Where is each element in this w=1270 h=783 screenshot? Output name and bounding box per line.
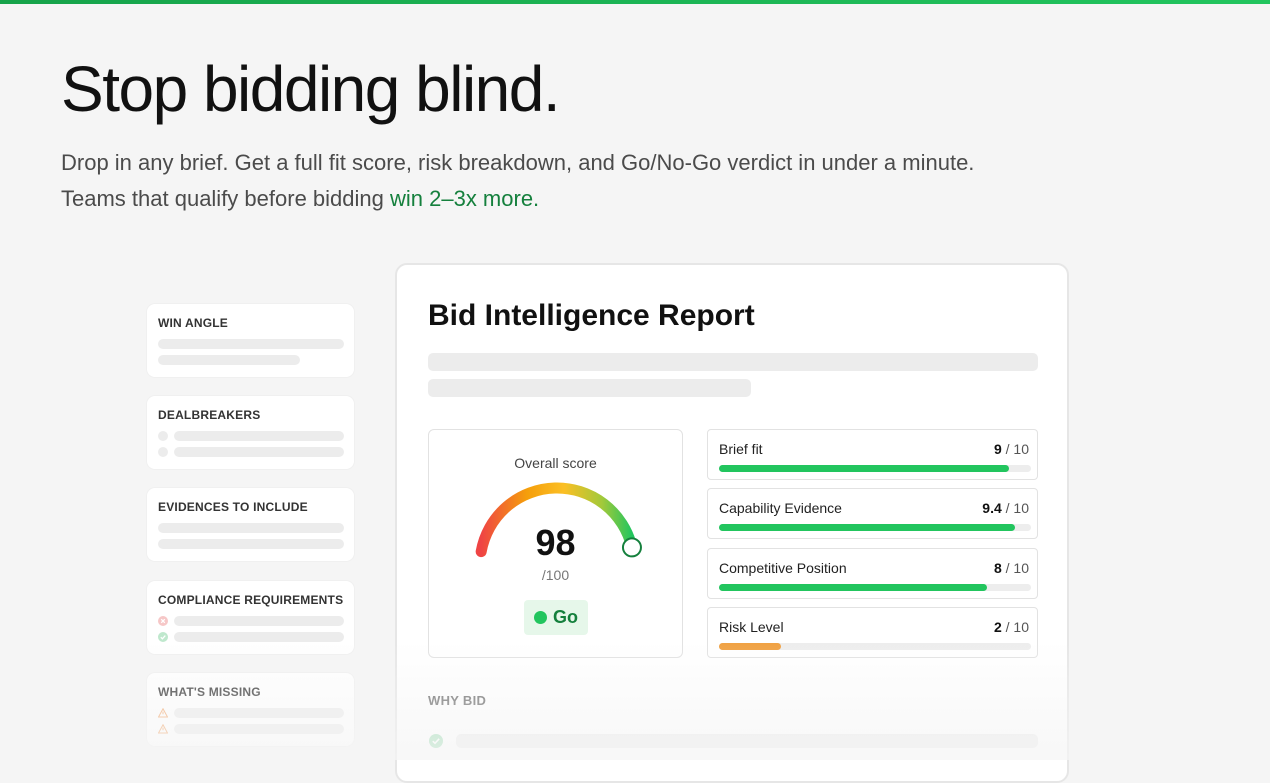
hero-subtitle-accent: win 2–3x more. bbox=[389, 186, 540, 211]
x-circle-icon bbox=[158, 616, 168, 626]
metric-track bbox=[719, 584, 1031, 591]
metric-score: 9 / 10 bbox=[994, 441, 1029, 457]
check-circle-icon bbox=[429, 734, 443, 748]
side-card-whats-missing: WHAT'S MISSING bbox=[147, 673, 354, 746]
metric-track bbox=[719, 465, 1031, 472]
hero-subtitle-line2-prefix: Teams that qualify before bidding bbox=[61, 186, 390, 211]
metric-brief-fit: Brief fit 9 / 10 bbox=[707, 429, 1038, 480]
side-card-label: COMPLIANCE REQUIREMENTS bbox=[158, 593, 344, 607]
metric-fill bbox=[719, 643, 782, 650]
warning-icon bbox=[158, 708, 168, 718]
metric-track bbox=[719, 524, 1031, 531]
metric-max: / 10 bbox=[1005, 500, 1029, 516]
overall-score-max: /100 bbox=[541, 567, 570, 583]
metric-max: / 10 bbox=[1005, 619, 1029, 635]
side-card-label: WHAT'S MISSING bbox=[158, 685, 261, 699]
metric-value: 9.4 bbox=[982, 500, 1002, 516]
overall-score-card: Overall score 98 /100 Go bbox=[428, 429, 683, 658]
top-accent-bar bbox=[0, 0, 1270, 4]
placeholder-line bbox=[174, 708, 344, 718]
metric-fill bbox=[719, 584, 988, 591]
metric-competitive-position: Competitive Position 8 / 10 bbox=[707, 548, 1038, 599]
metric-label: Competitive Position bbox=[719, 560, 847, 576]
metric-label: Capability Evidence bbox=[719, 500, 842, 516]
metric-capability-evidence: Capability Evidence 9.4 / 10 bbox=[707, 488, 1038, 539]
metric-label: Risk Level bbox=[719, 619, 784, 635]
metric-label: Brief fit bbox=[719, 441, 763, 457]
placeholder-line bbox=[174, 431, 344, 441]
placeholder-line bbox=[174, 447, 344, 457]
bullet-dot bbox=[158, 431, 168, 441]
hero-subtitle: Drop in any brief. Get a full fit score,… bbox=[61, 145, 1161, 217]
placeholder-line bbox=[158, 355, 300, 365]
placeholder-line bbox=[174, 632, 344, 642]
metric-risk-level: Risk Level 2 / 10 bbox=[707, 607, 1038, 658]
side-card-label: EVIDENCES TO INCLUDE bbox=[158, 500, 308, 514]
placeholder-line bbox=[456, 734, 1038, 748]
verdict-badge: Go bbox=[524, 600, 588, 635]
warning-icon bbox=[158, 724, 168, 734]
metric-score: 9.4 / 10 bbox=[982, 500, 1029, 516]
hero-title: Stop bidding blind. bbox=[61, 53, 561, 125]
report-summary-placeholder bbox=[428, 379, 751, 397]
report-title: Bid Intelligence Report bbox=[428, 299, 755, 332]
why-bid-heading: WHY BID bbox=[428, 693, 487, 708]
placeholder-line bbox=[174, 724, 344, 734]
metric-score: 8 / 10 bbox=[994, 560, 1029, 576]
metric-value: 8 bbox=[993, 560, 1002, 576]
placeholder-line bbox=[158, 539, 344, 549]
metric-score: 2 / 10 bbox=[994, 619, 1029, 635]
metric-fill bbox=[719, 524, 1016, 531]
metric-track bbox=[719, 643, 1031, 650]
placeholder-line bbox=[158, 523, 344, 533]
check-circle-icon bbox=[158, 632, 168, 642]
placeholder-line bbox=[174, 616, 344, 626]
metric-max: / 10 bbox=[1005, 560, 1029, 576]
metric-value: 2 bbox=[993, 619, 1002, 635]
metric-max: / 10 bbox=[1005, 441, 1029, 457]
side-card-label: WIN ANGLE bbox=[158, 316, 229, 330]
go-status-dot bbox=[534, 611, 547, 624]
bullet-dot bbox=[158, 447, 168, 457]
metric-fill bbox=[719, 465, 1010, 472]
side-card-compliance: COMPLIANCE REQUIREMENTS bbox=[147, 581, 354, 654]
metric-value: 9 bbox=[993, 441, 1002, 457]
side-card-label: DEALBREAKERS bbox=[158, 408, 261, 422]
hero-subtitle-line1: Drop in any brief. Get a full fit score,… bbox=[61, 150, 975, 175]
side-card-dealbreakers: DEALBREAKERS bbox=[147, 396, 354, 469]
side-card-evidences: EVIDENCES TO INCLUDE bbox=[147, 488, 354, 561]
report-summary-placeholder bbox=[428, 353, 1038, 371]
overall-score-value: 98 bbox=[535, 522, 576, 563]
placeholder-line bbox=[158, 339, 344, 349]
bid-intelligence-report: Bid Intelligence Report Overall score 98… bbox=[395, 263, 1069, 783]
verdict-label: Go bbox=[553, 607, 578, 627]
side-card-win-angle: WIN ANGLE bbox=[147, 304, 354, 377]
